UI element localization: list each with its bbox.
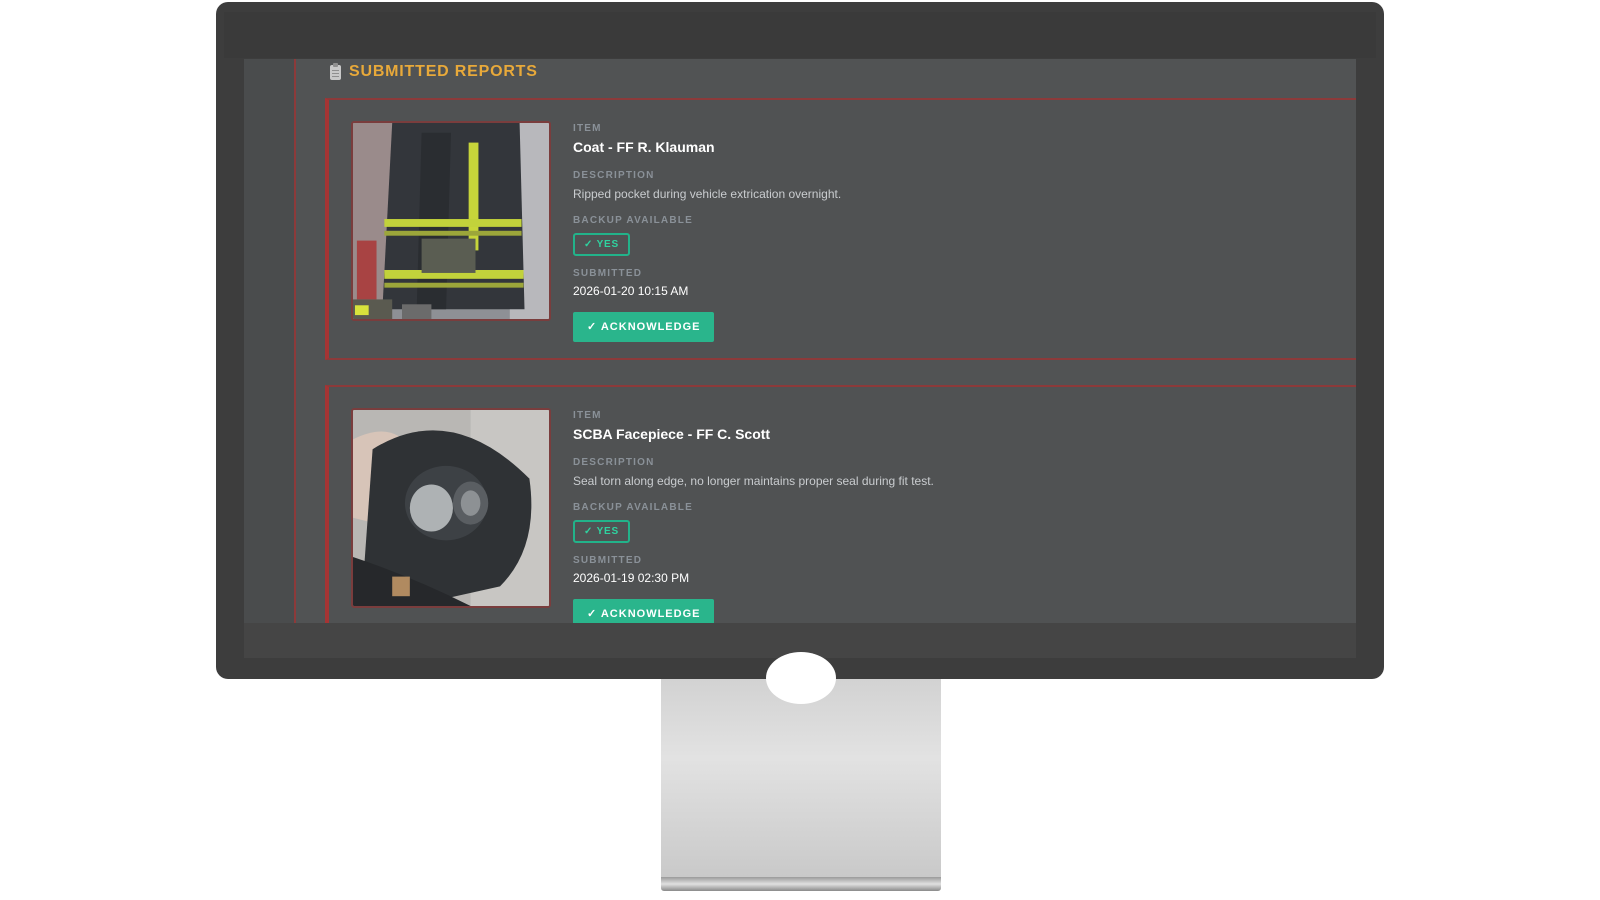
backup-label: BACKUP AVAILABLE <box>573 502 693 513</box>
app-screen: SUBMITTED REPORTS ITEM Coat - FF R. Klau… <box>244 59 1356 623</box>
report-details: ITEM SCBA Facepiece - FF C. Scott DESCRI… <box>573 409 1333 623</box>
rail-divider <box>294 59 296 623</box>
stand-cutout <box>766 652 836 704</box>
submitted-label: SUBMITTED <box>573 268 643 279</box>
acknowledge-button[interactable]: ✓ ACKNOWLEDGE <box>573 312 715 342</box>
monitor: SUBMITTED REPORTS ITEM Coat - FF R. Klau… <box>216 2 1384 679</box>
report-details: ITEM Coat - FF R. Klauman DESCRIPTION Ri… <box>573 122 1333 342</box>
description-label: DESCRIPTION <box>573 170 655 181</box>
item-name: Coat - FF R. Klauman <box>573 139 715 155</box>
report-card: ITEM Coat - FF R. Klauman DESCRIPTION Ri… <box>325 98 1356 360</box>
description-text: Seal torn along edge, no longer maintain… <box>573 474 934 488</box>
screen-topbar <box>224 12 1376 58</box>
report-photo-coat <box>351 121 551 321</box>
report-photo-scba <box>351 408 551 608</box>
backup-label: BACKUP AVAILABLE <box>573 215 693 226</box>
left-rail <box>244 59 294 623</box>
acknowledge-button[interactable]: ✓ ACKNOWLEDGE <box>573 599 715 623</box>
backup-yes-badge: ✓ YES <box>573 520 630 543</box>
clipboard-icon <box>330 62 341 80</box>
report-card: ITEM SCBA Facepiece - FF C. Scott DESCRI… <box>325 385 1356 623</box>
submitted-timestamp: 2026-01-19 02:30 PM <box>573 571 690 585</box>
description-label: DESCRIPTION <box>573 457 655 468</box>
submitted-timestamp: 2026-01-20 10:15 AM <box>573 284 689 298</box>
monitor-stand <box>661 679 941 877</box>
item-label: ITEM <box>573 410 602 421</box>
section-header: SUBMITTED REPORTS <box>330 61 538 83</box>
submitted-label: SUBMITTED <box>573 555 643 566</box>
item-name: SCBA Facepiece - FF C. Scott <box>573 426 771 442</box>
description-text: Ripped pocket during vehicle extrication… <box>573 187 842 201</box>
item-label: ITEM <box>573 123 602 134</box>
backup-yes-badge: ✓ YES <box>573 233 630 256</box>
section-title: SUBMITTED REPORTS <box>349 63 538 80</box>
monitor-stand-base <box>661 877 941 891</box>
